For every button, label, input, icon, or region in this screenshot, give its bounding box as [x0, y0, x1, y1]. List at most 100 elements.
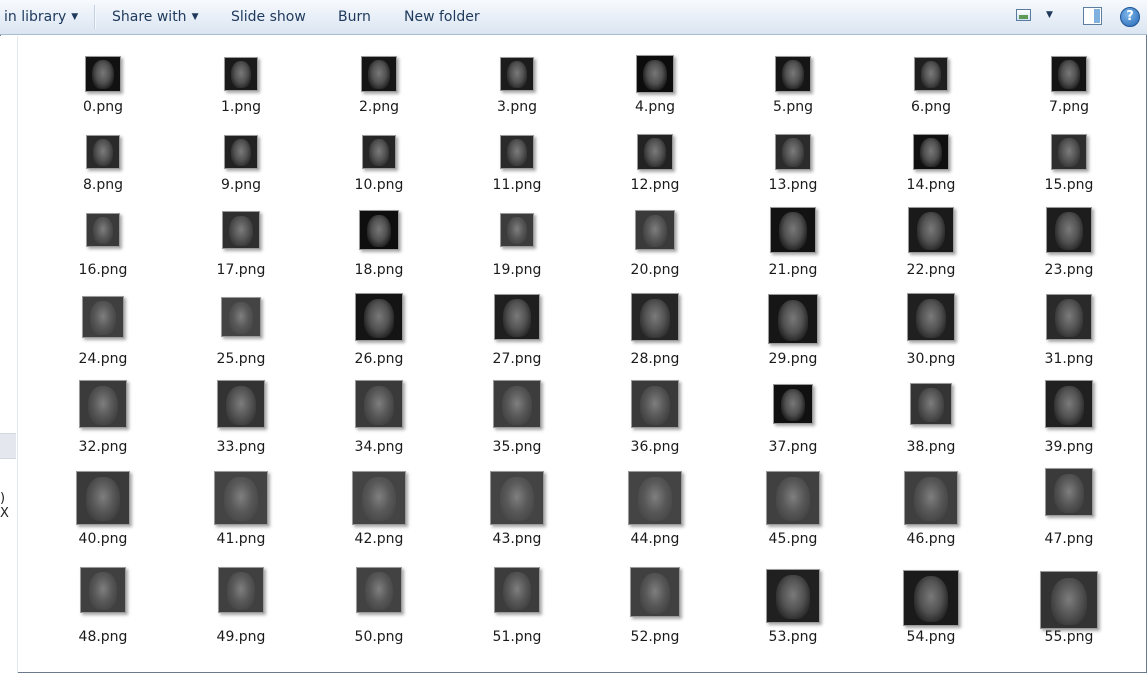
image-thumbnail: [773, 384, 813, 424]
file-name: 13.png: [768, 177, 818, 193]
face-image: [366, 214, 392, 248]
face-image: [913, 576, 949, 623]
image-thumbnail: [221, 297, 261, 337]
face-image: [642, 214, 668, 248]
image-thumbnail: [1045, 468, 1093, 516]
include-in-library-button[interactable]: in library ▼: [4, 7, 78, 27]
image-thumbnail: [1040, 571, 1098, 629]
image-thumbnail: [356, 567, 402, 613]
image-thumbnail: [1046, 207, 1092, 253]
preview-pane-icon[interactable]: [1083, 7, 1102, 25]
image-thumbnail: [637, 134, 673, 170]
image-thumbnail: [904, 471, 958, 525]
nav-item-label[interactable]: ) X: [0, 491, 17, 521]
burn-button[interactable]: Burn: [338, 7, 371, 27]
new-folder-button[interactable]: New folder: [404, 7, 480, 27]
image-thumbnail: [907, 293, 955, 341]
file-name: 54.png: [906, 629, 956, 645]
face-image: [364, 385, 394, 425]
slide-show-button[interactable]: Slide show: [231, 7, 306, 27]
face-image: [914, 477, 948, 522]
file-item[interactable]: 54.png: [871, 36, 991, 645]
image-thumbnail: [76, 471, 130, 525]
face-image: [920, 138, 942, 168]
file-name: 44.png: [630, 531, 680, 547]
file-name: 10.png: [354, 177, 404, 193]
face-image: [1054, 385, 1084, 425]
file-item[interactable]: 49.png: [181, 36, 301, 645]
file-name: 33.png: [216, 439, 266, 455]
file-name: 31.png: [1044, 351, 1094, 367]
file-name: 32.png: [78, 439, 128, 455]
face-image: [1054, 212, 1084, 250]
image-thumbnail: [86, 213, 120, 247]
file-name: 47.png: [1044, 531, 1094, 547]
face-image: [916, 298, 946, 338]
file-name: 40.png: [78, 531, 128, 547]
face-image: [777, 299, 809, 341]
nav-selected-item[interactable]: [0, 433, 16, 459]
image-thumbnail: [1045, 380, 1093, 428]
file-item[interactable]: 50.png: [319, 36, 439, 645]
image-thumbnail: [766, 471, 820, 525]
face-image: [638, 477, 672, 522]
image-thumbnail: [775, 134, 811, 170]
face-image: [226, 572, 256, 610]
face-image: [364, 298, 394, 338]
file-name: 15.png: [1044, 177, 1094, 193]
image-thumbnail: [80, 567, 126, 613]
image-thumbnail: [494, 294, 540, 340]
image-thumbnail: [82, 296, 124, 338]
face-image: [778, 212, 808, 250]
file-name: 39.png: [1044, 439, 1094, 455]
file-name: 16.png: [78, 262, 128, 278]
file-name: 9.png: [220, 177, 261, 193]
chevron-down-icon[interactable]: ▼: [1046, 10, 1053, 20]
file-name: 45.png: [768, 531, 818, 547]
file-name: 11.png: [492, 177, 542, 193]
image-thumbnail: [500, 213, 534, 247]
file-item[interactable]: 51.png: [457, 36, 577, 645]
file-item[interactable]: 48.png: [43, 36, 163, 645]
slide-show-label: Slide show: [231, 9, 306, 25]
face-image: [88, 572, 118, 610]
help-icon[interactable]: [1120, 7, 1140, 27]
face-image: [92, 217, 114, 245]
change-view-icon[interactable]: [1016, 9, 1031, 21]
file-name: 20.png: [630, 262, 680, 278]
image-thumbnail: [500, 135, 534, 169]
file-item[interactable]: 52.png: [595, 36, 715, 645]
image-thumbnail: [766, 569, 820, 623]
face-image: [644, 138, 666, 168]
file-item[interactable]: 53.png: [733, 36, 853, 645]
chevron-down-icon: ▼: [191, 12, 199, 22]
burn-label: Burn: [338, 9, 371, 25]
face-image: [230, 139, 252, 167]
face-image: [229, 215, 253, 247]
image-thumbnail: [910, 383, 952, 425]
file-item[interactable]: 55.png: [1009, 36, 1129, 645]
image-thumbnail: [494, 567, 540, 613]
file-name: 52.png: [630, 629, 680, 645]
face-image: [780, 388, 806, 422]
face-image: [918, 388, 944, 422]
face-image: [916, 212, 946, 250]
file-name: 38.png: [906, 439, 956, 455]
face-image: [368, 139, 390, 167]
file-name: 26.png: [354, 351, 404, 367]
face-image: [92, 139, 114, 167]
file-name: 25.png: [216, 351, 266, 367]
face-image: [502, 572, 532, 610]
share-with-button[interactable]: Share with ▼: [112, 7, 198, 27]
image-thumbnail: [222, 211, 260, 249]
face-image: [506, 217, 528, 245]
face-image: [362, 477, 396, 522]
share-with-label: Share with: [112, 9, 187, 25]
image-thumbnail: [362, 135, 396, 169]
image-thumbnail: [768, 294, 818, 344]
image-thumbnail: [628, 471, 682, 525]
navigation-pane[interactable]: ) X: [0, 36, 18, 673]
image-thumbnail: [770, 207, 816, 253]
face-image: [782, 138, 804, 168]
file-list[interactable]: 0.png 1.png 2.png 3.png 4.png 5.png 6.png 7.png…: [18, 36, 1145, 671]
